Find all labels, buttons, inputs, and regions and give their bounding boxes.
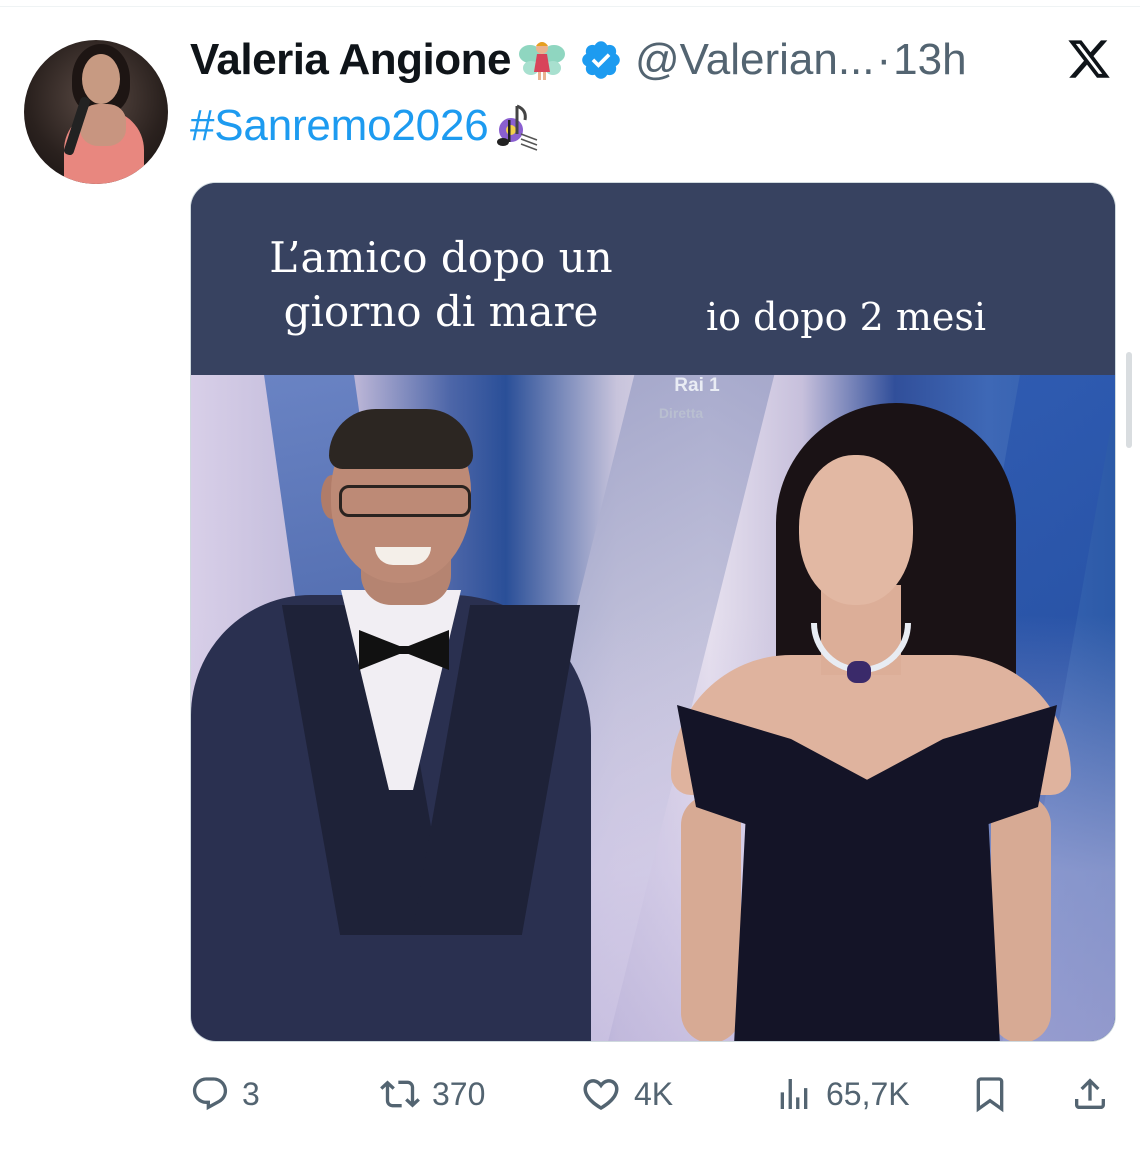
like-button[interactable]: 4K [580, 1068, 673, 1120]
views-button[interactable]: 65,7K [774, 1068, 910, 1120]
reply-count: 3 [242, 1075, 260, 1112]
separator-dot: · [876, 35, 892, 84]
tweet-actions: 3 370 4K 65,7K [190, 1068, 1116, 1120]
reply-icon [192, 1077, 228, 1111]
retweet-count: 370 [432, 1075, 486, 1112]
timestamp[interactable]: 13h [893, 35, 966, 85]
share-icon [1075, 1078, 1105, 1109]
verified-badge-icon [579, 38, 623, 82]
handle[interactable]: @Valerian... [635, 35, 875, 85]
x-logo-icon[interactable] [1066, 36, 1112, 82]
heart-icon [583, 1079, 619, 1111]
share-button[interactable] [1070, 1068, 1110, 1120]
tweet[interactable]: Valeria Angione @Valerian... · 13h #Sanr… [0, 0, 1140, 1151]
man-glasses [339, 485, 471, 517]
divider [0, 6, 1140, 7]
tweet-media-image[interactable]: L’amico dopo un giorno di mare io dopo 2… [190, 182, 1116, 1042]
bookmark-button[interactable] [970, 1068, 1010, 1120]
retweet-icon [380, 1080, 420, 1108]
meme-photo: Rai 1 Diretta [191, 375, 1115, 1041]
display-name[interactable]: Valeria Angione [190, 35, 511, 85]
broadcast-status: Diretta [658, 405, 704, 421]
man-hair [329, 409, 473, 469]
meme-caption-right: io dopo 2 mesi [705, 295, 987, 339]
reply-button[interactable]: 3 [190, 1068, 260, 1120]
woman-necklace-gem [847, 661, 871, 683]
tweet-header: Valeria Angione @Valerian... · 13h [190, 32, 967, 88]
music-notes-icon [491, 100, 539, 152]
views-count: 65,7K [826, 1075, 910, 1112]
fairy-icon [517, 38, 567, 82]
tweet-text: #Sanremo2026 [190, 98, 539, 154]
bookmark-icon [976, 1077, 1004, 1113]
meme-caption-left: L’amico dopo un giorno di mare [269, 233, 613, 336]
meme-caption-band: L’amico dopo un giorno di mare io dopo 2… [191, 183, 1115, 375]
like-count: 4K [634, 1075, 674, 1112]
woman-arm [681, 795, 741, 1041]
retweet-button[interactable]: 370 [380, 1068, 485, 1120]
avatar-face [82, 54, 120, 104]
woman-face [799, 455, 913, 605]
hashtag-link[interactable]: #Sanremo2026 [190, 101, 489, 151]
scrollbar[interactable] [1126, 352, 1132, 448]
avatar[interactable] [24, 40, 168, 184]
analytics-icon [780, 1079, 808, 1109]
woman-arm [991, 795, 1051, 1041]
